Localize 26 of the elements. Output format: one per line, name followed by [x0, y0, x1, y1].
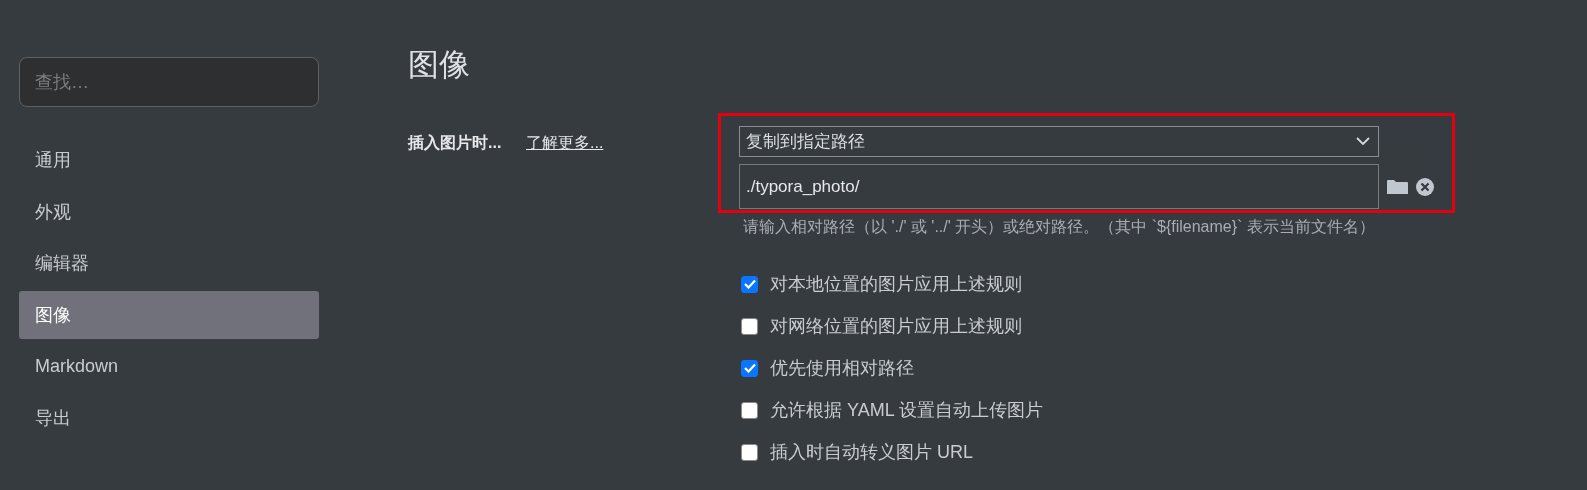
setting-label: 插入图片时... [408, 133, 503, 153]
learn-more-link[interactable]: 了解更多... [526, 133, 718, 154]
chevron-down-icon [1356, 137, 1370, 146]
sidebar-item[interactable]: 导出 [19, 393, 319, 442]
sidebar-item[interactable]: 通用 [19, 136, 319, 184]
folder-icon[interactable] [1387, 178, 1408, 195]
option-label: 优先使用相对路径 [770, 357, 914, 380]
page-title: 图像 [408, 46, 471, 84]
path-field[interactable]: ./typora_photo/ [739, 164, 1379, 209]
option-label: 对网络位置的图片应用上述规则 [770, 315, 1022, 338]
dropdown[interactable]: 复制到指定路径 [739, 126, 1379, 157]
sidebar-item[interactable]: 图像 [19, 290, 319, 339]
hint-text: 请输入相对路径（以 './' 或 '../' 开头）或绝对路径。（其中 `${filename}` 表示当前文件名） [743, 217, 1376, 237]
sidebar-item[interactable]: 外观 [19, 187, 319, 236]
option-label: 对本地位置的图片应用上述规则 [770, 273, 1022, 296]
sidebar-item[interactable]: 编辑器 [19, 239, 319, 287]
search-field[interactable]: 查找… [19, 57, 319, 107]
option-label: 插入时自动转义图片 URL [770, 441, 973, 464]
checkbox[interactable] [741, 275, 758, 293]
option-label: 允许根据 YAML 设置自动上传图片 [770, 399, 1043, 422]
clear-icon[interactable] [1416, 177, 1434, 196]
checkbox[interactable] [741, 401, 758, 419]
checkbox[interactable] [741, 359, 758, 377]
sidebar-item[interactable]: Markdown [19, 342, 319, 390]
checkbox[interactable] [741, 443, 758, 461]
checkbox[interactable] [741, 317, 758, 335]
